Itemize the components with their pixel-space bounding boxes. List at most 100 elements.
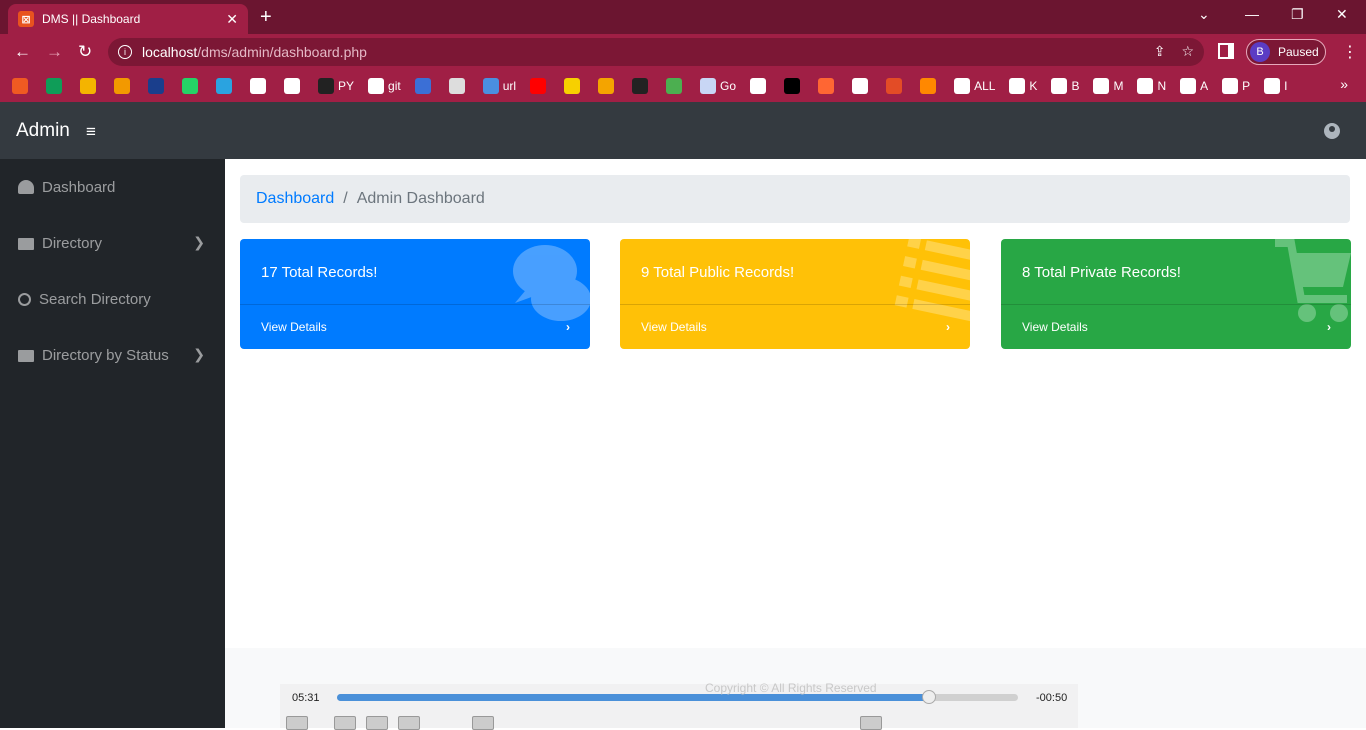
bookmark-item[interactable]: K <box>1009 70 1037 102</box>
chevron-right-icon: › <box>946 320 950 334</box>
bookmark-icon <box>414 78 431 94</box>
bookmark-label: B <box>1071 79 1080 93</box>
bookmark-item[interactable] <box>12 70 32 102</box>
main-content <box>225 159 1366 648</box>
window-close-icon[interactable]: ✕ <box>1336 6 1348 23</box>
sidebar-item-search-directory[interactable]: Search Directory <box>0 271 225 327</box>
bookmark-item[interactable] <box>114 70 134 102</box>
bookmark-item[interactable] <box>784 70 804 102</box>
bookmark-item[interactable]: Go <box>700 70 736 102</box>
bookmark-icon <box>954 78 971 94</box>
side-panel-icon[interactable] <box>1218 43 1234 59</box>
sidebar-item-dashboard[interactable]: Dashboard <box>0 159 225 215</box>
bookmark-icon <box>80 78 96 94</box>
chevron-right-icon: ❯ <box>193 346 205 362</box>
chevron-right-icon: › <box>566 320 570 334</box>
bookmark-item[interactable] <box>920 70 940 102</box>
bookmark-item[interactable] <box>250 70 270 102</box>
brand-title[interactable]: Admin <box>16 120 70 142</box>
minimize-icon[interactable]: — <box>1245 6 1259 22</box>
bookmark-item[interactable]: ALL <box>954 70 995 102</box>
view-details-link[interactable]: View Details › <box>620 304 970 349</box>
profile-status: Paused <box>1278 45 1319 59</box>
bookmark-item[interactable] <box>448 70 469 102</box>
reload-icon[interactable]: ↻ <box>78 42 92 62</box>
folder-icon <box>18 350 34 362</box>
bookmark-icon <box>284 78 300 94</box>
bookmark-icon <box>700 78 717 94</box>
tab-title: DMS || Dashboard <box>42 12 141 26</box>
hamburger-icon[interactable]: ≡ <box>86 122 96 142</box>
bookmark-label: ALL <box>974 79 996 93</box>
bookmark-item[interactable] <box>632 70 652 102</box>
bookmark-icon <box>1264 78 1281 94</box>
bookmark-item[interactable]: M <box>1093 70 1123 102</box>
view-details-link[interactable]: View Details › <box>1001 304 1351 349</box>
bookmark-icon <box>1093 78 1110 94</box>
url-host: localhost <box>142 44 198 60</box>
bookmark-item[interactable] <box>598 70 618 102</box>
bookmark-item[interactable]: PY <box>318 70 354 102</box>
bookmark-item[interactable]: I <box>1264 70 1288 102</box>
sidebar: Dashboard Directory ❯ Search Directory D… <box>0 159 225 728</box>
folder-icon <box>18 238 34 250</box>
bookmark-item[interactable] <box>414 70 435 102</box>
back-icon[interactable]: ← <box>14 42 31 62</box>
bookmark-item[interactable] <box>80 70 100 102</box>
address-bar[interactable]: i localhost/dms/admin/dashboard.php ⇪ ☆ <box>108 38 1204 66</box>
bookmark-item[interactable] <box>182 70 202 102</box>
profile-button[interactable]: B Paused <box>1246 39 1326 65</box>
card-total-records: 17 Total Records! View Details › <box>240 239 590 349</box>
new-tab-icon[interactable]: + <box>260 6 272 29</box>
restore-icon[interactable]: ❐ <box>1291 6 1304 23</box>
seek-bar[interactable] <box>337 690 1018 704</box>
share-icon[interactable]: ⇪ <box>1154 43 1166 60</box>
bookmark-label: N <box>1157 79 1167 93</box>
copyright-text: Copyright © All Rights Reserved <box>705 681 877 695</box>
bookmark-item[interactable]: P <box>1222 70 1250 102</box>
sidebar-item-label: Directory by Status <box>42 346 169 364</box>
view-details-link[interactable]: View Details › <box>240 304 590 349</box>
bookmark-icon <box>12 78 28 94</box>
bookmark-label: git <box>388 79 401 93</box>
bookmark-icon <box>1009 78 1026 94</box>
bookmark-icon <box>1180 78 1197 94</box>
bookmark-item[interactable] <box>750 70 770 102</box>
browser-tab[interactable]: ⊠ DMS || Dashboard ✕ <box>8 4 248 34</box>
sidebar-item-directory-by-status[interactable]: Directory by Status ❯ <box>0 327 225 383</box>
bookmark-item[interactable] <box>564 70 584 102</box>
card-footer-label: View Details <box>1022 320 1088 334</box>
chevron-down-icon[interactable]: ⌄ <box>1198 6 1210 23</box>
sidebar-item-directory[interactable]: Directory ❯ <box>0 215 225 271</box>
remaining-time: -00:50 <box>1036 692 1068 704</box>
info-icon[interactable]: i <box>118 45 132 59</box>
star-icon[interactable]: ☆ <box>1181 43 1194 60</box>
bookmark-item[interactable] <box>666 70 686 102</box>
chevron-right-icon: ❯ <box>193 234 205 250</box>
browser-toolbar: ← → ↻ i localhost/dms/admin/dashboard.ph… <box>0 34 1366 70</box>
bookmark-item[interactable] <box>46 70 66 102</box>
bookmark-item[interactable] <box>148 70 168 102</box>
bookmark-label: M <box>1113 79 1124 93</box>
bookmark-item[interactable] <box>818 70 838 102</box>
bookmark-item[interactable]: A <box>1180 70 1208 102</box>
bookmark-item[interactable]: B <box>1051 70 1079 102</box>
menu-icon[interactable]: ⋮ <box>1342 42 1358 62</box>
close-icon[interactable]: ✕ <box>226 11 238 28</box>
bookmark-item[interactable] <box>852 70 872 102</box>
bookmark-item[interactable]: N <box>1137 70 1166 102</box>
bookmark-icon <box>114 78 130 94</box>
bookmark-item[interactable]: url <box>482 70 516 102</box>
bookmark-item[interactable] <box>284 70 304 102</box>
forward-icon[interactable]: → <box>46 42 63 62</box>
bookmark-item[interactable] <box>530 70 550 102</box>
bookmark-icon <box>886 78 903 94</box>
breadcrumb-link-dashboard[interactable]: Dashboard <box>256 190 334 208</box>
bookmark-icon <box>448 78 465 94</box>
user-icon[interactable] <box>1324 123 1340 139</box>
bookmark-icon <box>564 78 581 94</box>
more-bookmarks-icon[interactable]: » <box>1340 76 1348 92</box>
bookmark-item[interactable] <box>216 70 236 102</box>
bookmark-item[interactable]: git <box>368 70 401 102</box>
bookmark-item[interactable] <box>886 70 906 102</box>
